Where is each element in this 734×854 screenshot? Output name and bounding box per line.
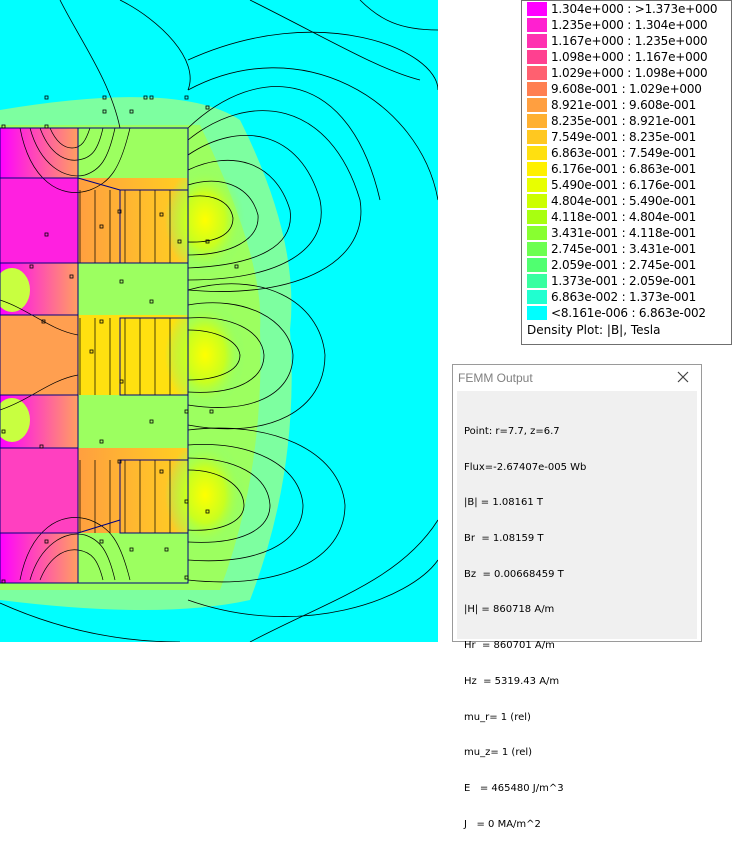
output-line: Bz = 0.00668459 T	[464, 568, 564, 580]
output-text-area[interactable]: Point: r=7.7, z=6.7 Flux=-2.67407e-005 W…	[457, 391, 697, 830]
legend-label: 1.373e-001 : 2.059e-001	[551, 274, 697, 288]
legend-entry: 4.804e-001 : 5.490e-001	[527, 193, 731, 209]
output-line: mu_z= 1 (rel)	[464, 747, 533, 759]
legend-swatch	[527, 258, 547, 272]
magnet-mid	[0, 315, 78, 395]
legend-entry: <8.161e-006 : 6.863e-002	[527, 305, 731, 321]
legend-swatch	[527, 114, 547, 128]
legend-swatch	[527, 162, 547, 176]
legend-entry: 9.608e-001 : 1.029e+000	[527, 81, 731, 97]
legend-entry: 5.490e-001 : 6.176e-001	[527, 177, 731, 193]
legend-swatch	[527, 242, 547, 256]
legend-label: 6.863e-002 : 1.373e-001	[551, 290, 697, 304]
legend-entry: 1.167e+000 : 1.235e+000	[527, 33, 731, 49]
output-line: |H| = 860718 A/m	[464, 604, 555, 616]
legend-swatch	[527, 66, 547, 80]
legend-label: 9.608e-001 : 1.029e+000	[551, 82, 702, 96]
legend-label: 6.176e-001 : 6.863e-001	[551, 162, 697, 176]
legend-entry: 1.098e+000 : 1.167e+000	[527, 49, 731, 65]
legend-label: 1.029e+000 : 1.098e+000	[551, 66, 708, 80]
field-density-plot[interactable]	[0, 0, 438, 642]
legend-label: 2.745e-001 : 3.431e-001	[551, 242, 697, 256]
legend-swatch	[527, 178, 547, 192]
legend-label: 5.490e-001 : 6.176e-001	[551, 178, 697, 192]
legend-entry: 2.059e-001 : 2.745e-001	[527, 257, 731, 273]
legend-entry: 7.549e-001 : 8.235e-001	[527, 129, 731, 145]
legend-entry: 2.745e-001 : 3.431e-001	[527, 241, 731, 257]
magnet-top	[0, 178, 78, 263]
legend-entry: 1.304e+000 : >1.373e+000	[527, 1, 731, 17]
legend-swatch	[527, 34, 547, 48]
legend-label: 1.098e+000 : 1.167e+000	[551, 50, 708, 64]
window-title: FEMM Output	[458, 371, 533, 385]
legend-label: 2.059e-001 : 2.745e-001	[551, 258, 697, 272]
legend-swatch	[527, 306, 547, 320]
output-line: E = 465480 J/m^3	[464, 783, 564, 794]
legend-label: 8.921e-001 : 9.608e-001	[551, 98, 697, 112]
output-line: J = 0 MA/m^2	[464, 818, 541, 830]
close-button[interactable]	[673, 367, 693, 387]
legend-entry: 6.863e-001 : 7.549e-001	[527, 145, 731, 161]
legend-label: <8.161e-006 : 6.863e-002	[551, 306, 706, 320]
legend-entry: 6.863e-002 : 1.373e-001	[527, 289, 731, 305]
legend-entry: 8.235e-001 : 8.921e-001	[527, 113, 731, 129]
field-lobe	[165, 300, 245, 410]
legend-label: 8.235e-001 : 8.921e-001	[551, 114, 697, 128]
legend-entry: 1.373e-001 : 2.059e-001	[527, 273, 731, 289]
legend-swatch	[527, 130, 547, 144]
legend-entry: 1.235e+000 : 1.304e+000	[527, 17, 731, 33]
close-icon	[677, 371, 689, 383]
legend-swatch	[527, 274, 547, 288]
legend-swatch	[527, 98, 547, 112]
output-line: |B| = 1.08161 T	[464, 497, 543, 509]
legend-swatch	[527, 2, 547, 16]
legend-swatch	[527, 194, 547, 208]
legend-label: 6.863e-001 : 7.549e-001	[551, 146, 697, 160]
legend-swatch	[527, 146, 547, 160]
legend-label: 1.235e+000 : 1.304e+000	[551, 18, 708, 32]
legend-label: 1.304e+000 : >1.373e+000	[551, 2, 718, 16]
output-line: Point: r=7.7, z=6.7	[464, 425, 560, 437]
output-line: Hz = 5319.43 A/m	[464, 675, 560, 687]
legend-label: 4.804e-001 : 5.490e-001	[551, 194, 697, 208]
legend-label: 3.431e-001 : 4.118e-001	[551, 226, 697, 240]
output-line: Flux=-2.67407e-005 Wb	[464, 461, 587, 473]
output-line: Br = 1.08159 T	[464, 532, 544, 544]
legend-swatch	[527, 290, 547, 304]
output-lines: Point: r=7.7, z=6.7 Flux=-2.67407e-005 W…	[464, 402, 586, 854]
density-legend: 1.304e+000 : >1.373e+000 1.235e+000 : 1.…	[521, 0, 732, 345]
legend-label: 7.549e-001 : 8.235e-001	[551, 130, 697, 144]
legend-caption: Density Plot: |B|, Tesla	[527, 323, 661, 337]
femm-output-window[interactable]: FEMM Output Point: r=7.7, z=6.7 Flux=-2.…	[452, 364, 702, 830]
legend-entry: 3.431e-001 : 4.118e-001	[527, 225, 731, 241]
output-line: mu_r= 1 (rel)	[464, 711, 531, 723]
legend-swatch	[527, 226, 547, 240]
legend-entry: 4.118e-001 : 4.804e-001	[527, 209, 731, 225]
legend-label: 1.167e+000 : 1.235e+000	[551, 34, 708, 48]
legend-entry: 1.029e+000 : 1.098e+000	[527, 65, 731, 81]
legend-entry: 6.176e-001 : 6.863e-001	[527, 161, 731, 177]
legend-entry: 8.921e-001 : 9.608e-001	[527, 97, 731, 113]
legend-swatch	[527, 82, 547, 96]
legend-swatch	[527, 18, 547, 32]
legend-swatch	[527, 50, 547, 64]
legend-label: 4.118e-001 : 4.804e-001	[551, 210, 697, 224]
magnet-bottom	[0, 448, 78, 533]
legend-swatch	[527, 210, 547, 224]
